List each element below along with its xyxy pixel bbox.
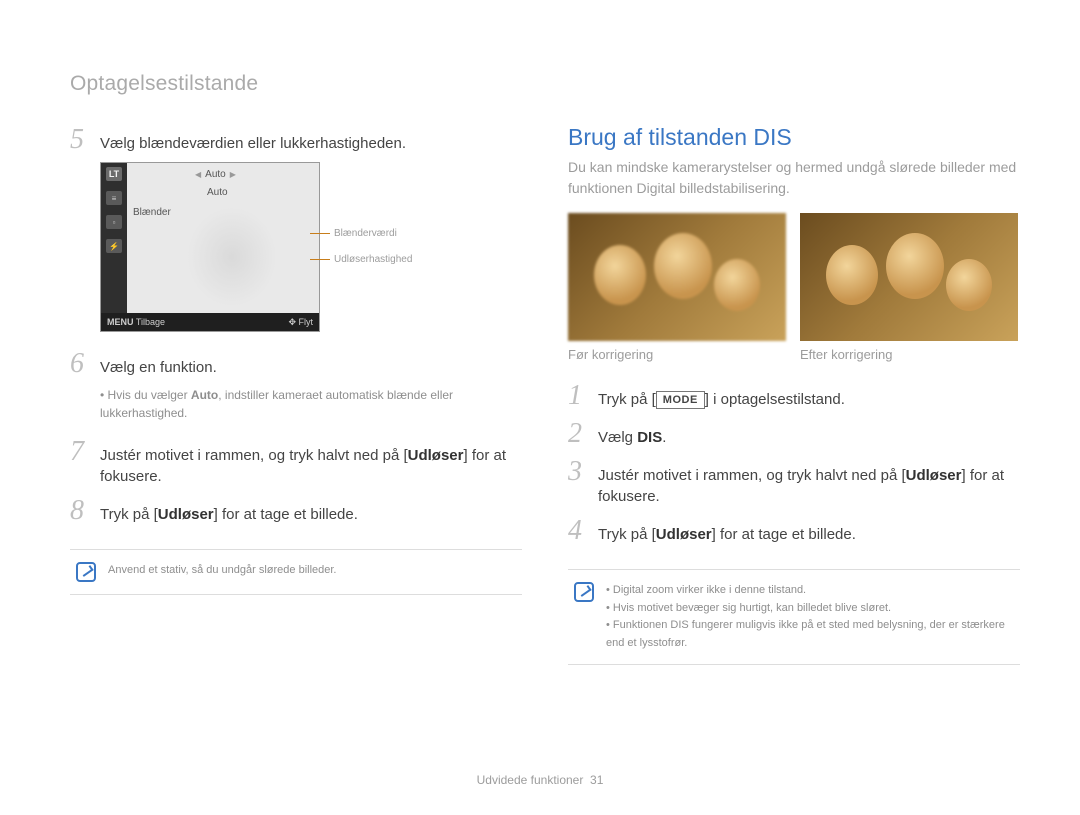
step-1: 1 Tryk på [MODE] i optagelsestilstand. — [568, 380, 1020, 410]
lcd-lt-icon: LT — [106, 167, 122, 181]
lcd-preview: LT ≡ ▫ ⚡ ◀ Auto ▶ — [100, 162, 522, 332]
lcd-menu-label: MENU — [107, 317, 134, 327]
lcd-annotations: Blænderværdi Udløserhastighed — [334, 221, 412, 273]
lcd-row2-value: Auto — [207, 187, 228, 198]
arrow-left-icon: ◀ — [191, 170, 205, 179]
left-column: 5 Vælg blændeværdien eller lukkerhastigh… — [70, 124, 522, 665]
mode-button-label: MODE — [656, 391, 705, 409]
note-icon — [76, 562, 96, 582]
right-column: Brug af tilstanden DIS Du kan mindske ka… — [568, 124, 1020, 665]
step-text: Vælg en funktion. — [100, 351, 217, 378]
lcd-bars-icon: ≡ — [106, 191, 122, 205]
step-number: 2 — [568, 418, 598, 448]
tip-text: Anvend et stativ, så du undgår slørede b… — [108, 562, 337, 582]
page-footer: Udvidede funktioner 31 — [0, 773, 1080, 787]
step-number: 1 — [568, 380, 598, 410]
step-6: 6 Vælg en funktion. — [70, 348, 522, 378]
step-number: 5 — [70, 124, 100, 154]
lcd-status-right: Flyt — [299, 317, 314, 327]
step-text: Tryk på [Udløser] for at tage et billede… — [100, 498, 358, 525]
tip-item: Funktionen DIS fungerer muligvis ikke på… — [606, 617, 1014, 652]
after-photo — [800, 213, 1018, 341]
lcd-flash-off-icon: ⚡ — [106, 239, 122, 253]
annotation-shutter: Udløserhastighed — [334, 247, 412, 273]
step-2: 2 Vælg DIS. — [568, 418, 1020, 448]
step-text: Tryk på [MODE] i optagelsestilstand. — [598, 383, 845, 410]
step-5: 5 Vælg blændeværdien eller lukkerhastigh… — [70, 124, 522, 154]
step-number: 8 — [70, 495, 100, 525]
tip-box: Digital zoom virker ikke i denne tilstan… — [568, 569, 1020, 665]
step-text: Justér motivet i rammen, og tryk halvt n… — [598, 459, 1020, 507]
caption-row: Før korrigering Efter korrigering — [568, 347, 1020, 362]
step-number: 3 — [568, 456, 598, 486]
nav-icon: ✥ — [288, 317, 296, 327]
annotation-aperture: Blænderværdi — [334, 221, 412, 247]
step-number: 7 — [70, 436, 100, 466]
section-intro: Du kan mindske kamerarystelser og hermed… — [568, 157, 1020, 199]
step-text: Justér motivet i rammen, og tryk halvt n… — [100, 439, 522, 487]
note-icon — [574, 582, 594, 602]
step-number: 4 — [568, 515, 598, 545]
lcd-silhouette — [187, 207, 277, 307]
step-8: 8 Tryk på [Udløser] for at tage et bille… — [70, 495, 522, 525]
image-row — [568, 213, 1020, 341]
before-photo — [568, 213, 786, 341]
tip-box: Anvend et stativ, så du undgår slørede b… — [70, 549, 522, 595]
lcd-row1-value: Auto — [205, 169, 226, 180]
caption-before: Før korrigering — [568, 347, 786, 362]
step-text: Vælg blændeværdien eller lukkerhastighed… — [100, 127, 406, 154]
step-number: 6 — [70, 348, 100, 378]
step-7: 7 Justér motivet i rammen, og tryk halvt… — [70, 436, 522, 487]
step-3: 3 Justér motivet i rammen, og tryk halvt… — [568, 456, 1020, 507]
lcd-mode-label: Blænder — [133, 207, 171, 218]
page-header: Optagelsestilstande — [70, 72, 1020, 96]
lcd-status-left: Tilbage — [136, 317, 165, 327]
caption-after: Efter korrigering — [800, 347, 1018, 362]
step-6-sub: Hvis du vælger Auto, indstiller kameraet… — [100, 386, 522, 422]
section-heading: Brug af tilstanden DIS — [568, 124, 1020, 151]
tip-item: Hvis motivet bevæger sig hurtigt, kan bi… — [606, 600, 1014, 618]
step-text: Tryk på [Udløser] for at tage et billede… — [598, 518, 856, 545]
arrow-right-icon: ▶ — [226, 170, 240, 179]
tip-item: Digital zoom virker ikke i denne tilstan… — [606, 582, 1014, 600]
tip-list: Digital zoom virker ikke i denne tilstan… — [606, 582, 1014, 652]
step-4: 4 Tryk på [Udløser] for at tage et bille… — [568, 515, 1020, 545]
lcd-screen: LT ≡ ▫ ⚡ ◀ Auto ▶ — [100, 162, 320, 332]
step-text: Vælg DIS. — [598, 421, 666, 448]
lcd-square-icon: ▫ — [106, 215, 122, 229]
